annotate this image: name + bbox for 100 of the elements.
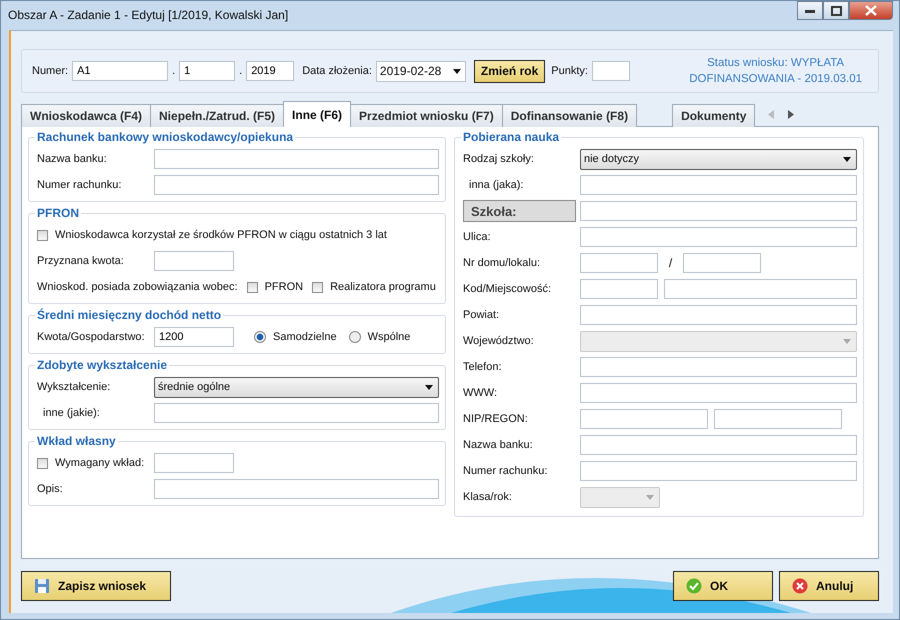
dropdown[interactable]: średnie ogólne [154,376,439,398]
text-field[interactable]: 1200 [154,327,234,347]
field-label: Telefon: [463,361,503,373]
text-field[interactable] [580,253,658,273]
cancel-button[interactable]: Anuluj [779,571,879,601]
maximize-button[interactable] [823,1,849,20]
minimize-icon [805,8,815,12]
group-title: PFRON [36,206,80,220]
field-label: Nr domu/lokalu: [463,257,542,269]
radio-label: Samodzielne [273,331,337,343]
checkbox[interactable] [246,282,258,292]
text-field[interactable] [580,305,857,325]
group-title: Średni miesięczny dochód netto [36,308,222,322]
field-label: inne (jakie): [42,407,101,419]
text-field[interactable] [154,149,439,169]
separator: . [172,65,176,77]
field-label: Klasa/rok: [463,491,513,503]
text-field[interactable] [154,403,439,423]
checkbox[interactable] [312,282,324,292]
tab[interactable]: Inne (F6) [283,101,352,127]
text-field[interactable]: 2019 [246,61,294,81]
text-field[interactable] [580,409,708,429]
field-label: WWW: [463,387,498,399]
checkbox-label: PFRON [264,281,304,293]
tab[interactable]: Wnioskodawca (F4) [21,104,152,127]
field-label: Ulica: [463,231,492,243]
checkbox-label: Realizatora programu [330,281,436,293]
radio-button[interactable] [254,331,266,343]
text-field[interactable] [154,479,439,499]
text-field[interactable] [154,251,234,271]
text-field[interactable]: A1 [72,61,168,81]
text-field[interactable] [580,383,857,403]
radio-label: Wspólne [368,331,410,343]
separator: / [668,256,674,270]
dropdown-arrow-icon [425,384,433,390]
save-button[interactable]: Zapisz wniosek [21,571,171,601]
field-label: Rodzaj szkoły: [463,153,535,165]
field-label: Numer: [32,65,68,77]
separator: . [239,65,242,77]
checkbox[interactable] [37,458,48,468]
dropdown-arrow-icon [452,68,461,74]
status-text: Status wniosku: WYPŁATA [707,56,844,71]
close-circle-icon [792,578,808,594]
text-field[interactable] [580,227,857,247]
field-label: Nazwa banku: [463,439,534,451]
tab[interactable]: Dofinansowanie (F8) [502,104,638,127]
dropdown[interactable]: nie dotyczy [580,148,857,170]
field-label: Data złożenia: [302,65,372,77]
text-field[interactable] [580,279,658,299]
minimize-button[interactable] [797,1,823,20]
text-field[interactable] [154,175,439,195]
field-label: Kod/Miejscowość: [463,283,552,295]
check-circle-icon [686,578,702,594]
group-title: Pobierana nauka [462,130,560,144]
field-label: Przyznana kwota: [37,255,125,267]
field-label: NIP/REGON: [463,413,529,425]
group-title: Zdobyte wykształcenie [36,358,168,372]
group-title: Wkład własny [36,434,117,448]
field-label: Opis: [37,483,64,495]
text-field[interactable]: 1 [179,61,236,81]
close-button[interactable] [849,1,893,20]
field-label: Wykształcenie: [37,381,112,393]
field-label: Kwota/Gospodarstwo: [37,331,146,343]
tab[interactable]: Przedmiot wniosku (F7) [350,104,503,127]
status-text: DOFINANSOWANIA - 2019.03.01 [689,72,862,87]
scroll-left-icon[interactable] [768,110,774,119]
field-label: Wnioskod. posiada zobowiązania wobec: [37,281,238,293]
field-label: Województwo: [463,335,535,347]
text-field[interactable] [580,201,857,221]
field-label: inna (jaka): [468,179,524,191]
text-field[interactable] [580,461,857,481]
scroll-right-icon[interactable] [788,110,794,119]
text-field[interactable] [714,409,842,429]
date-combo[interactable]: 2019-02-28 [376,60,466,82]
ok-button[interactable]: OK [673,571,773,601]
maximize-icon [830,6,842,16]
change-year-button[interactable]: Zmień rok [474,60,546,82]
text-field[interactable] [683,253,761,273]
text-field[interactable] [154,453,234,473]
field-label: Numer rachunku: [463,465,548,477]
window-title: Obszar A - Zadanie 1 - Edytuj [1/2019, Kowalski Jan] [8,8,288,22]
checkbox-label: Wnioskodawca korzystał ze środków PFRON w ciągu ostatnich 3 lat [55,229,387,241]
text-field[interactable] [664,279,857,299]
tab[interactable]: Niepełn./Zatrud. (F5) [150,104,284,127]
group-title: Rachunek bankowy wnioskodawcy/opiekuna [36,130,294,144]
checkbox-label: Wymagany wkład: [55,457,144,469]
checkbox[interactable] [37,230,48,240]
field-label: Punkty: [551,65,588,77]
dropdown-arrow-icon [843,338,851,344]
text-field[interactable] [580,357,857,377]
text-field[interactable] [580,435,857,455]
dropdown-arrow-icon [843,156,851,162]
dropdown-arrow-icon [646,494,654,500]
radio-button[interactable] [348,331,361,343]
field-label: Numer rachunku: [37,179,122,191]
text-field[interactable] [580,175,857,195]
tab[interactable]: Dokumenty [672,104,756,127]
field-label: Nazwa banku: [37,153,108,165]
text-field[interactable] [592,61,630,81]
field-label: Powiat: [463,309,500,321]
